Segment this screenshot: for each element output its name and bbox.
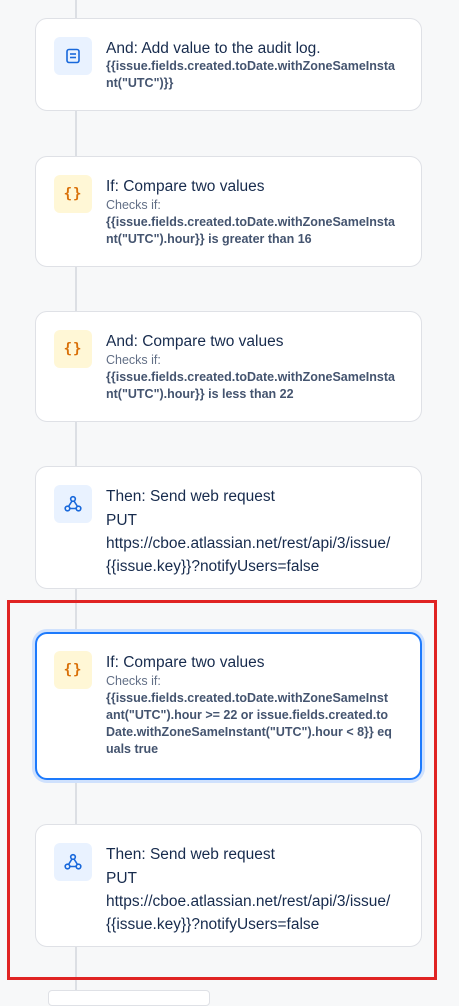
- card-body: PUT https://cboe.atlassian.net/rest/api/…: [106, 512, 391, 575]
- card-detail: {{issue.fields.created.toDate.withZoneSa…: [106, 370, 395, 401]
- component-card-condition-greater[interactable]: {} If: Compare two values Checks if: {{i…: [35, 156, 422, 267]
- braces-icon: {}: [54, 175, 92, 213]
- component-card-web-request[interactable]: Then: Send web request PUT https://cboe.…: [35, 466, 422, 589]
- log-icon: [54, 37, 92, 75]
- card-subtitle: Checks if:: [106, 198, 161, 212]
- component-card-audit-log[interactable]: And: Add value to the audit log. {{issue…: [35, 18, 422, 111]
- card-detail: {{issue.fields.created.toDate.withZoneSa…: [106, 59, 395, 90]
- highlight-box: [7, 600, 437, 980]
- braces-icon: {}: [54, 330, 92, 368]
- card-detail: {{issue.fields.created.toDate.withZoneSa…: [106, 215, 395, 246]
- card-title: If: Compare two values: [106, 178, 265, 195]
- add-component-button[interactable]: [48, 990, 210, 1006]
- card-title: And: Compare two values: [106, 333, 284, 350]
- card-title: And: Add value to the audit log.: [106, 40, 321, 57]
- card-title: Then: Send web request: [106, 488, 275, 505]
- webhook-icon: [54, 485, 92, 523]
- card-subtitle: Checks if:: [106, 353, 161, 367]
- component-card-condition-less[interactable]: {} And: Compare two values Checks if: {{…: [35, 311, 422, 422]
